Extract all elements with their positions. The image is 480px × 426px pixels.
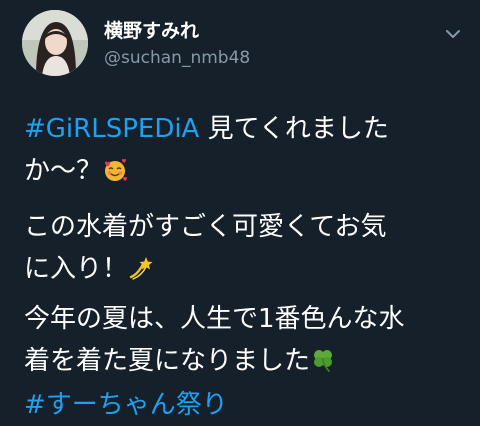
tweet-text: #GiRLSPEDiA 見てくれました か〜？ この水着がすごく可愛くてお気 に… [24,108,464,426]
hashtag-link[interactable]: #GiRLSPEDiA [24,114,199,144]
tweet-text-segment: この水着がすごく可愛くてお気 [24,212,387,242]
tweet-card: 横野すみれ @suchan_nmb48 #GiRLSPEDiA 見てくれました … [0,0,480,423]
smiling-face-with-hearts-icon [105,158,128,181]
tweet-text-segment: 着を着た夏になりました [24,346,311,376]
tweet-text-segment: 見てくれました [199,114,389,144]
avatar[interactable] [22,10,88,76]
four-leaf-clover-icon [314,350,333,372]
tweet-paragraph: この水着がすごく可愛くてお気 に入り！ [24,206,464,290]
dizzy-star-icon [129,257,153,280]
tweet-paragraph: #すーちゃん祭り [24,384,464,426]
tweet-text-segment: に入り！ [24,254,129,284]
display-name[interactable]: 横野すみれ [104,20,199,42]
tweet-text-segment: 今年の夏は、人生で1番色んな水 [24,304,405,334]
hashtag-link[interactable]: #すーちゃん祭り [24,390,228,420]
chevron-down-icon[interactable] [444,27,462,41]
username[interactable]: @suchan_nmb48 [104,47,250,69]
tweet-text-segment: か〜？ [24,156,103,186]
tweet-paragraph: #GiRLSPEDiA 見てくれました か〜？ [24,108,464,192]
tweet-paragraph: 今年の夏は、人生で1番色んな水 着を着た夏になりました [24,298,464,382]
